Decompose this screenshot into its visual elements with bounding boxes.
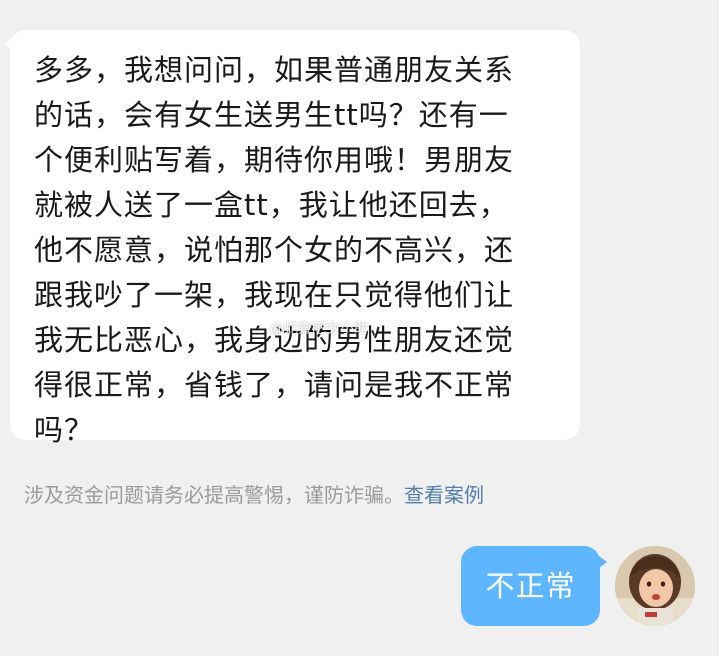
incoming-message-line: 个便利贴写着，期待你用哦！男朋友 — [34, 143, 515, 177]
user-avatar[interactable] — [615, 546, 695, 626]
fraud-warning: 涉及资金问题请务必提高警惕，谨防诈骗。查看案例 — [24, 480, 484, 510]
incoming-message-line: 吗？ — [34, 413, 95, 447]
user-avatar-photo-icon — [615, 546, 695, 626]
watermark-text: @蛇查吧女小助 — [270, 321, 368, 337]
outgoing-message-text: 不正常 — [485, 569, 576, 603]
incoming-message-line: 得很正常，省钱了，请问是我不正常 — [34, 368, 515, 402]
incoming-message-bubble[interactable]: 多多，我想问问，如果普通朋友关系 的话，会有女生送男生tt吗？还有一 个便利贴写… — [4, 30, 580, 447]
watermark: @蛇查吧女小助 — [270, 318, 368, 338]
chat-area: 多多，我想问问，如果普通朋友关系 的话，会有女生送男生tt吗？还有一 个便利贴写… — [0, 0, 719, 656]
incoming-message-line: 的话，会有女生送男生tt吗？还有一 — [34, 98, 509, 132]
view-cases-link[interactable]: 查看案例 — [404, 483, 484, 507]
outgoing-message-bubble[interactable]: 不正常 — [461, 546, 607, 626]
incoming-message-line: 就被人送了一盒tt，我让他还回去， — [34, 188, 509, 222]
incoming-message-line: 跟我吵了一架，我现在只觉得他们让 — [34, 278, 515, 312]
incoming-message-line: 他不愿意，说怕那个女的不高兴，还 — [34, 233, 515, 267]
fraud-warning-text: 涉及资金问题请务必提高警惕，谨防诈骗。 — [24, 483, 404, 507]
incoming-message-line: 多多，我想问问，如果普通朋友关系 — [34, 53, 515, 87]
